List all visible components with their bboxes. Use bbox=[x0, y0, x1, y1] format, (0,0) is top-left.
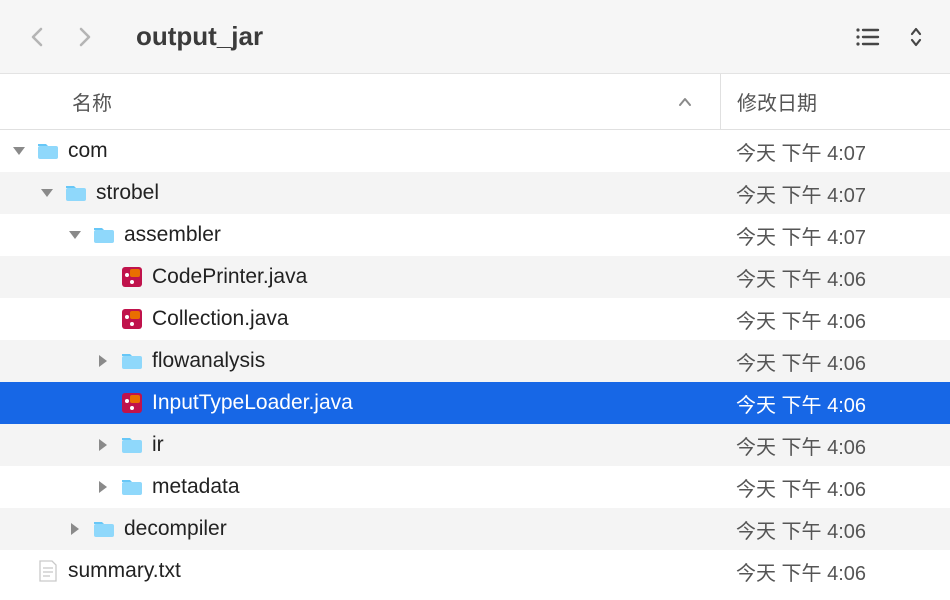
name-cell: assembler bbox=[0, 223, 720, 247]
file-name-label: ir bbox=[152, 433, 164, 457]
folder-icon bbox=[120, 349, 144, 373]
disclosure-triangle-icon[interactable] bbox=[38, 184, 56, 202]
folder-icon bbox=[92, 517, 116, 541]
file-row[interactable]: decompiler 今天 下午 4:06 bbox=[0, 508, 950, 550]
disclosure-triangle-icon[interactable] bbox=[94, 478, 112, 496]
file-row[interactable]: ir 今天 下午 4:06 bbox=[0, 424, 950, 466]
name-cell: com bbox=[0, 139, 720, 163]
file-name-label: metadata bbox=[152, 475, 240, 499]
file-row[interactable]: flowanalysis 今天 下午 4:06 bbox=[0, 340, 950, 382]
file-row[interactable]: strobel 今天 下午 4:07 bbox=[0, 172, 950, 214]
modified-date: 今天 下午 4:06 bbox=[720, 557, 950, 586]
modified-date: 今天 下午 4:06 bbox=[720, 389, 950, 418]
sort-indicator-icon bbox=[678, 90, 692, 113]
modified-date: 今天 下午 4:07 bbox=[720, 137, 950, 166]
name-cell: strobel bbox=[0, 181, 720, 205]
name-cell: summary.txt bbox=[0, 559, 720, 583]
list-view-icon bbox=[854, 25, 882, 49]
file-name-label: strobel bbox=[96, 181, 159, 205]
txt-icon bbox=[36, 559, 60, 583]
file-name-label: flowanalysis bbox=[152, 349, 265, 373]
modified-date: 今天 下午 4:06 bbox=[720, 473, 950, 502]
folder-icon bbox=[64, 181, 88, 205]
disclosure-triangle-icon[interactable] bbox=[94, 352, 112, 370]
file-name-label: decompiler bbox=[124, 517, 227, 541]
file-row[interactable]: assembler 今天 下午 4:07 bbox=[0, 214, 950, 256]
location-title: output_jar bbox=[136, 21, 836, 52]
java-icon bbox=[120, 265, 144, 289]
file-row[interactable]: metadata 今天 下午 4:06 bbox=[0, 466, 950, 508]
java-icon bbox=[120, 307, 144, 331]
modified-date: 今天 下午 4:06 bbox=[720, 347, 950, 376]
column-name-label: 名称 bbox=[72, 87, 112, 116]
file-row[interactable]: Collection.java 今天 下午 4:06 bbox=[0, 298, 950, 340]
forward-button[interactable] bbox=[70, 17, 98, 57]
modified-date: 今天 下午 4:06 bbox=[720, 431, 950, 460]
view-mode-button[interactable] bbox=[854, 25, 882, 49]
modified-date: 今天 下午 4:06 bbox=[720, 263, 950, 292]
file-name-label: CodePrinter.java bbox=[152, 265, 307, 289]
modified-date: 今天 下午 4:07 bbox=[720, 221, 950, 250]
file-name-label: Collection.java bbox=[152, 307, 289, 331]
folder-icon bbox=[36, 139, 60, 163]
name-cell: flowanalysis bbox=[0, 349, 720, 373]
group-by-button[interactable] bbox=[906, 25, 926, 49]
name-cell: Collection.java bbox=[0, 307, 720, 331]
back-button[interactable] bbox=[24, 17, 52, 57]
chevron-right-icon bbox=[73, 25, 95, 49]
file-tree: com 今天 下午 4:07 strobel 今天 下午 4:07 assembler 今… bbox=[0, 130, 950, 592]
file-name-label: summary.txt bbox=[68, 559, 181, 583]
toolbar: output_jar bbox=[0, 0, 950, 74]
name-cell: InputTypeLoader.java bbox=[0, 391, 720, 415]
name-cell: CodePrinter.java bbox=[0, 265, 720, 289]
column-header-name[interactable]: 名称 bbox=[0, 87, 720, 116]
folder-icon bbox=[120, 433, 144, 457]
file-row[interactable]: summary.txt 今天 下午 4:06 bbox=[0, 550, 950, 592]
modified-date: 今天 下午 4:06 bbox=[720, 515, 950, 544]
folder-icon bbox=[120, 475, 144, 499]
disclosure-triangle-icon[interactable] bbox=[66, 520, 84, 538]
chevron-left-icon bbox=[27, 25, 49, 49]
disclosure-triangle-icon[interactable] bbox=[66, 226, 84, 244]
modified-date: 今天 下午 4:06 bbox=[720, 305, 950, 334]
column-header-date[interactable]: 修改日期 bbox=[720, 74, 950, 129]
modified-date: 今天 下午 4:07 bbox=[720, 179, 950, 208]
up-down-icon bbox=[906, 25, 926, 49]
file-name-label: InputTypeLoader.java bbox=[152, 391, 353, 415]
disclosure-triangle-icon[interactable] bbox=[10, 142, 28, 160]
column-header: 名称 修改日期 bbox=[0, 74, 950, 130]
name-cell: metadata bbox=[0, 475, 720, 499]
disclosure-triangle-icon[interactable] bbox=[94, 436, 112, 454]
name-cell: ir bbox=[0, 433, 720, 457]
file-row[interactable]: CodePrinter.java 今天 下午 4:06 bbox=[0, 256, 950, 298]
column-date-label: 修改日期 bbox=[737, 87, 817, 116]
file-row[interactable]: InputTypeLoader.java 今天 下午 4:06 bbox=[0, 382, 950, 424]
file-row[interactable]: com 今天 下午 4:07 bbox=[0, 130, 950, 172]
file-name-label: com bbox=[68, 139, 108, 163]
file-name-label: assembler bbox=[124, 223, 221, 247]
name-cell: decompiler bbox=[0, 517, 720, 541]
folder-icon bbox=[92, 223, 116, 247]
java-icon bbox=[120, 391, 144, 415]
